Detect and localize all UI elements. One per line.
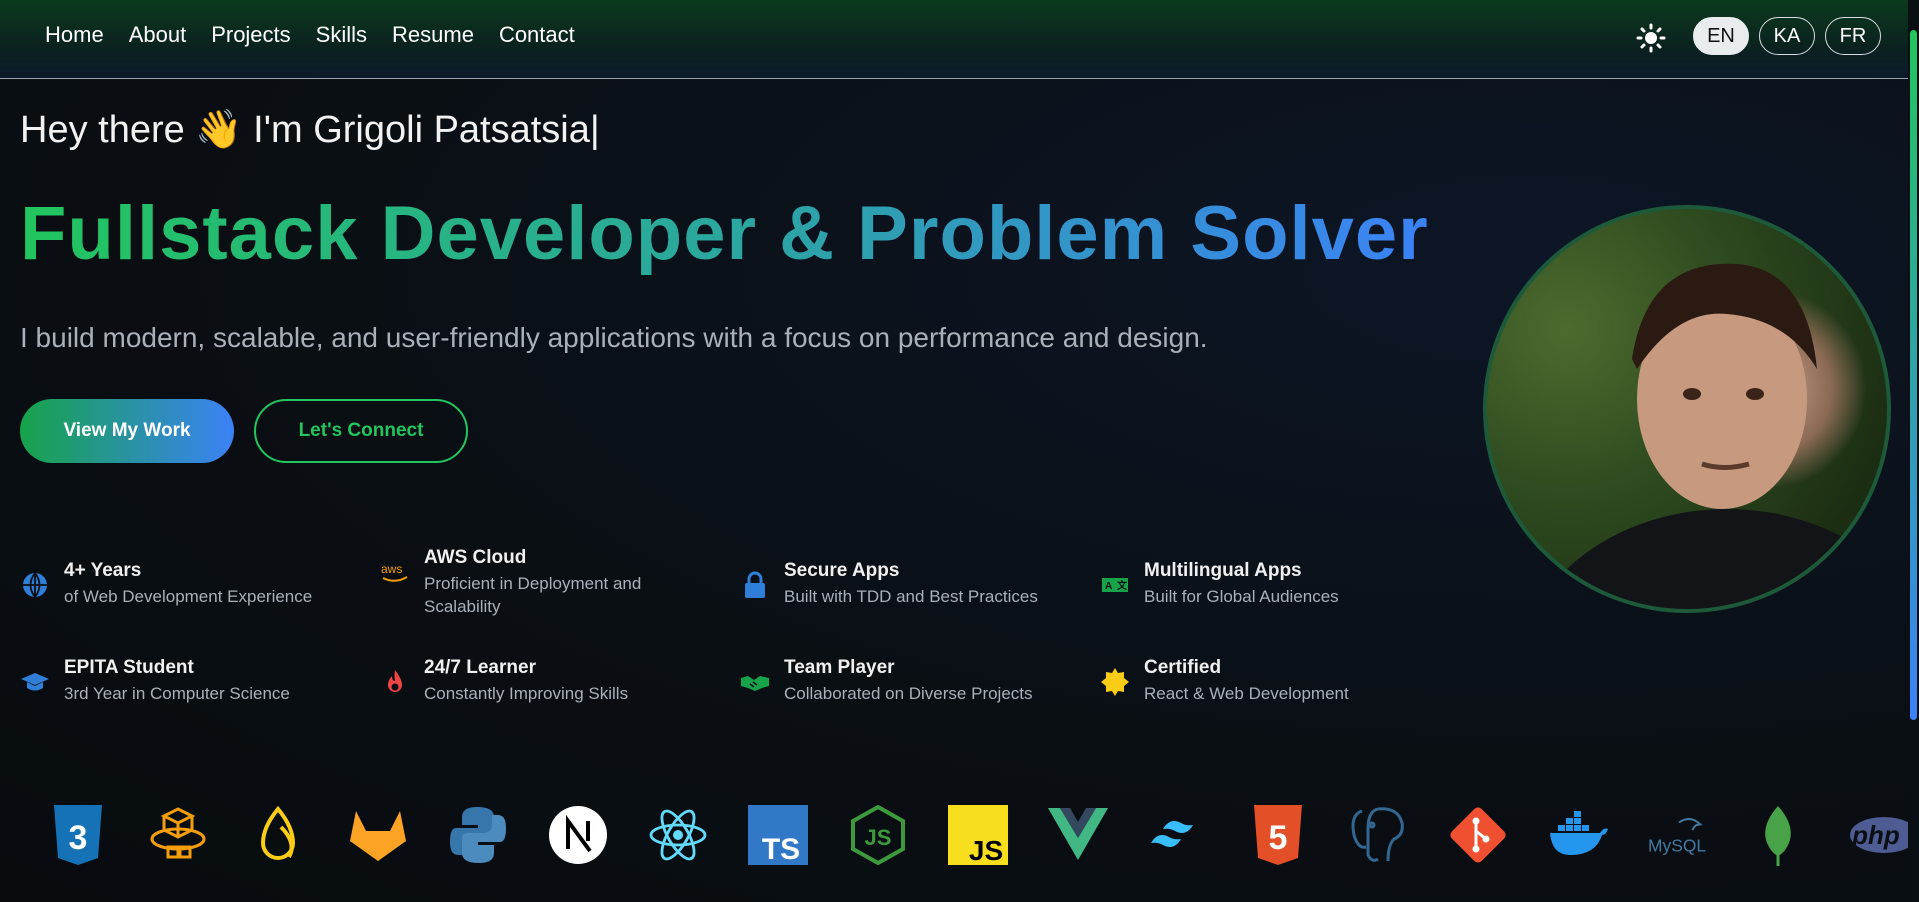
docker-icon <box>1548 805 1608 865</box>
tech-stack-row: 3 TS JS JS 5 MySQL php <box>48 805 1908 866</box>
feature-desc: Built with TDD and Best Practices <box>784 587 1038 606</box>
feature-desc: Built for Global Audiences <box>1144 587 1339 606</box>
git-icon <box>1448 805 1508 865</box>
feature-title: AWS Cloud <box>424 547 527 568</box>
feature-desc: Proficient in Deployment and Scalability <box>424 574 642 616</box>
css3-icon: 3 <box>48 805 108 865</box>
svg-text:aws: aws <box>381 562 402 576</box>
view-my-work-button[interactable]: View My Work <box>20 399 234 463</box>
svg-text:文: 文 <box>1117 579 1128 592</box>
globe-icon <box>23 572 47 598</box>
feature-title: EPITA Student <box>64 657 194 678</box>
svg-text:TS: TS <box>762 833 800 865</box>
gitlab-icon <box>348 805 408 865</box>
feature-secure: Secure Apps Built with TDD and Best Pract… <box>740 560 1080 609</box>
lets-connect-button[interactable]: Let's Connect <box>254 399 468 463</box>
feature-title: Team Player <box>784 657 895 678</box>
svg-text:5: 5 <box>1269 819 1288 857</box>
supabase-icon <box>248 805 308 865</box>
feature-learner: 24/7 Learner Constantly Improving Skills <box>380 657 720 706</box>
html5-icon: 5 <box>1248 805 1308 865</box>
javascript-icon: JS <box>948 805 1008 865</box>
feature-title: 24/7 Learner <box>424 657 536 678</box>
feature-desc: Collaborated on Diverse Projects <box>784 684 1033 703</box>
handshake-icon <box>741 676 769 691</box>
feature-multilingual: A文 Multilingual Apps Built for Global Aud… <box>1100 560 1440 609</box>
svg-text:php: php <box>1851 820 1900 850</box>
feature-title: Certified <box>1144 657 1222 678</box>
feature-desc: Constantly Improving Skills <box>424 684 629 703</box>
fire-icon <box>388 670 402 692</box>
scrollbar-thumb[interactable] <box>1910 30 1917 720</box>
nav-contact[interactable]: Contact <box>499 22 575 48</box>
feature-epita: EPITA Student 3rd Year in Computer Scienc… <box>20 657 360 706</box>
nav-skills[interactable]: Skills <box>316 22 367 48</box>
mysql-icon: MySQL <box>1648 805 1708 865</box>
aws-icon: aws <box>381 562 408 582</box>
python-icon <box>448 805 508 865</box>
feature-desc: 3rd Year in Computer Science <box>64 684 290 703</box>
feature-title: Multilingual Apps <box>1144 560 1302 581</box>
lock-icon <box>745 571 765 598</box>
react-icon <box>648 805 708 865</box>
nextjs-icon <box>548 805 608 865</box>
sun-icon[interactable] <box>1636 23 1666 53</box>
lang-fr-button[interactable]: FR <box>1825 17 1881 55</box>
lang-en-button[interactable]: EN <box>1693 17 1749 55</box>
nav-home[interactable]: Home <box>45 22 104 48</box>
greeting: Hey there 👋 I'm Grigoli Patsatsia| <box>20 109 600 151</box>
graduation-cap-icon <box>21 673 49 691</box>
vue-icon <box>1048 805 1108 865</box>
scrollbar[interactable] <box>1908 0 1919 902</box>
headline: Fullstack Developer & Problem Solver <box>20 191 1429 276</box>
nav-resume[interactable]: Resume <box>392 22 474 48</box>
typescript-icon: TS <box>748 805 808 865</box>
certificate-icon <box>1101 668 1129 696</box>
mongodb-icon <box>1748 805 1808 866</box>
feature-title: 4+ Years <box>64 560 142 581</box>
profile-portrait <box>1535 263 1887 609</box>
feature-years: 4+ Years of Web Development Experience <box>20 560 360 609</box>
nav-projects[interactable]: Projects <box>211 22 290 48</box>
aws-amplify-icon <box>148 805 208 865</box>
lang-ka-button[interactable]: KA <box>1759 17 1815 55</box>
svg-text:3: 3 <box>69 819 88 857</box>
feature-aws: aws AWS Cloud Proficient in Deployment an… <box>380 547 720 619</box>
profile-photo <box>1483 205 1891 613</box>
svg-text:A: A <box>1105 581 1112 592</box>
nav-about[interactable]: About <box>129 22 187 48</box>
feature-certified: Certified React & Web Development <box>1100 657 1440 706</box>
svg-text:MySQL: MySQL <box>1648 835 1706 855</box>
svg-text:JS: JS <box>969 835 1003 865</box>
feature-desc: React & Web Development <box>1144 684 1349 703</box>
navbar: Home About Projects Skills Resume Contac… <box>0 0 1908 79</box>
nodejs-icon: JS <box>848 805 908 865</box>
nav-links: Home About Projects Skills Resume Contac… <box>45 22 575 48</box>
feature-desc: of Web Development Experience <box>64 587 313 606</box>
feature-title: Secure Apps <box>784 560 900 581</box>
language-switcher: EN KA FR <box>1693 17 1881 55</box>
feature-team: Team Player Collaborated on Diverse Proje… <box>740 657 1080 706</box>
tailwind-icon <box>1148 805 1208 865</box>
translate-icon: A文 <box>1102 578 1128 592</box>
php-icon: php <box>1848 805 1908 865</box>
svg-text:JS: JS <box>865 825 892 850</box>
postgresql-icon <box>1348 805 1408 865</box>
subtitle: I build modern, scalable, and user-frien… <box>20 322 1208 353</box>
